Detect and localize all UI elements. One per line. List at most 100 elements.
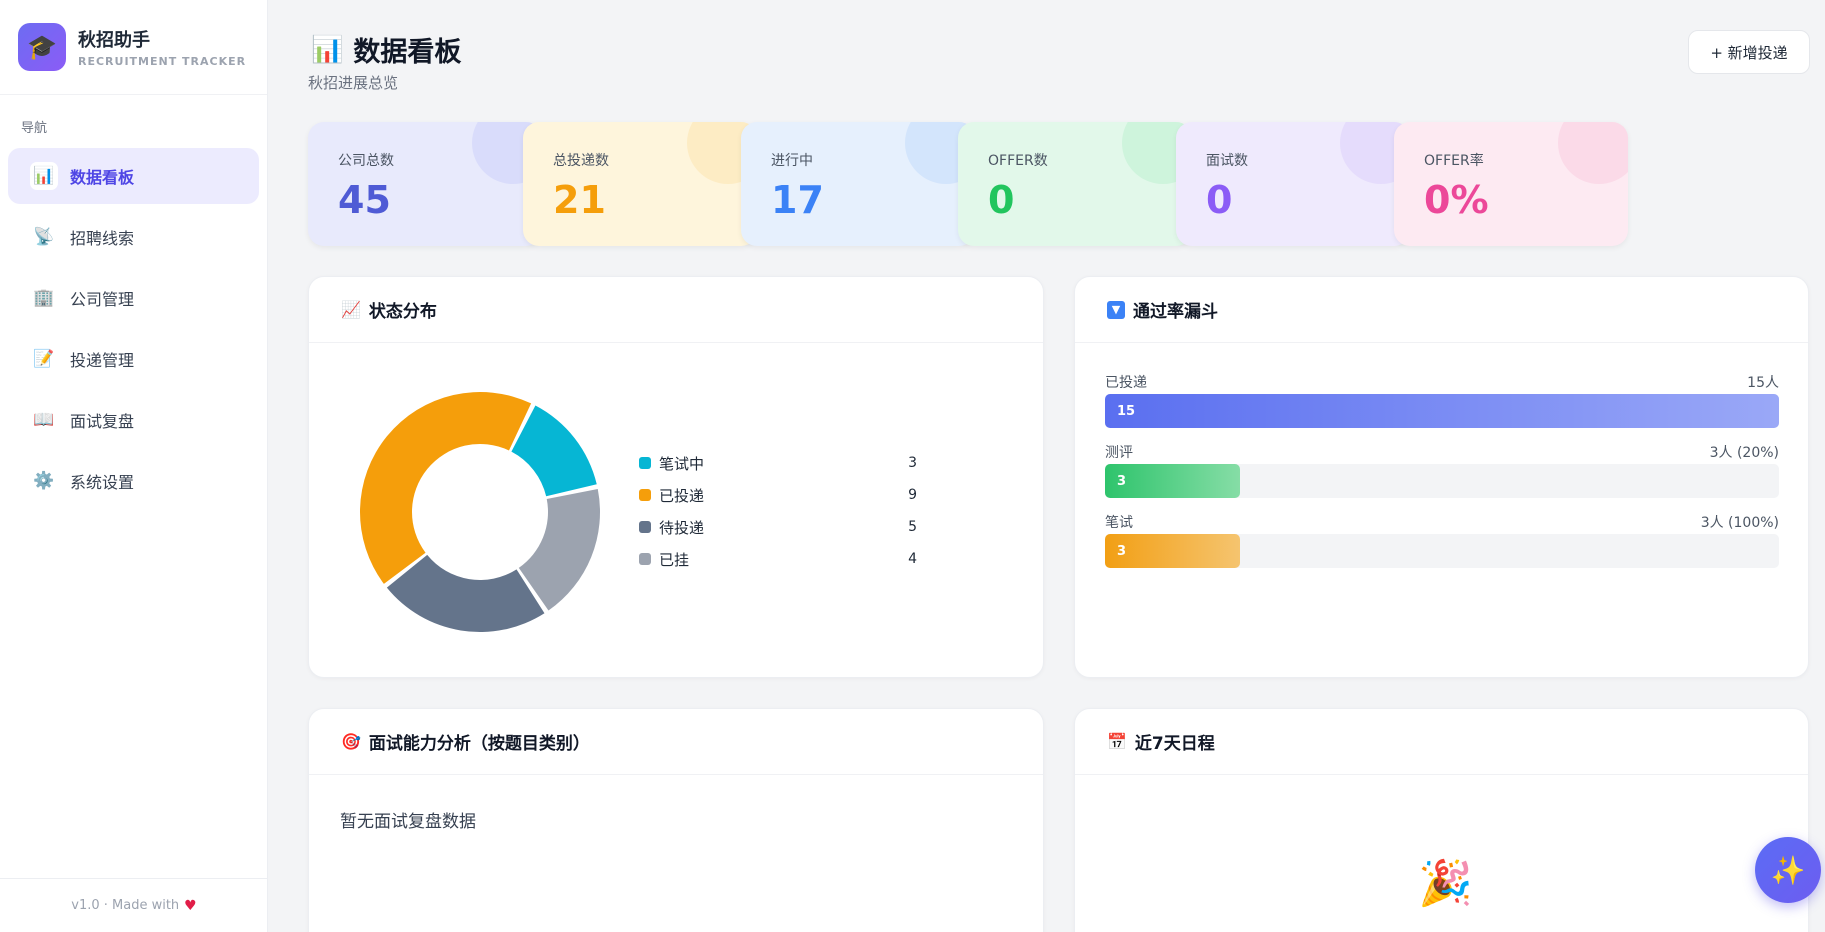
legend-value: 4 <box>908 551 917 567</box>
legend-value: 3 <box>908 455 917 471</box>
sidebar-item-2[interactable]: 🏢 公司管理 <box>8 270 259 326</box>
page-title-text: 数据看板 <box>353 37 462 68</box>
stat-card: 总投递数 21 <box>523 122 757 246</box>
sidebar-item-label: 招聘线索 <box>70 229 135 248</box>
stat-label: 进行中 <box>771 153 813 169</box>
version-text: v1.0 · Made with <box>71 898 180 913</box>
funnel-bar: 3 <box>1105 464 1240 498</box>
bar-chart-icon: 📊 <box>30 162 58 190</box>
bar-chart-icon: 📊 <box>311 34 344 65</box>
memo-icon: 📝 <box>33 349 55 369</box>
satellite-dish-icon: 📡 <box>33 227 55 247</box>
sidebar-nav: 📊 数据看板 📡 招聘线索 🏢 公司管理 📝 投递管理 📖 面试复盘 ⚙️ 系统设置 <box>0 148 267 509</box>
card-header: 📅 近7天日程 <box>1075 709 1808 775</box>
stat-card: 进行中 17 <box>741 122 975 246</box>
card-title: 状态分布 <box>368 302 437 322</box>
interview-analysis-card: 🎯 面试能力分析（按题目类别） 暂无面试复盘数据 <box>308 708 1044 932</box>
stat-label: OFFER率 <box>1424 153 1484 169</box>
legend-label: 待投递 <box>659 518 705 537</box>
add-application-button[interactable]: + 新增投递 <box>1688 30 1810 74</box>
stat-card: 面试数 0 <box>1176 122 1410 246</box>
funnel-stage-label: 笔试 <box>1105 515 1133 531</box>
empty-state-text: 暂无面试复盘数据 <box>340 812 476 832</box>
sidebar-item-label: 面试复盘 <box>70 412 135 431</box>
funnel-stage-count: 3人 (100%) <box>1700 515 1779 531</box>
brand[interactable]: 🎓 秋招助手 RECRUITMENT TRACKER <box>0 0 267 95</box>
card-header: ▼ 通过率漏斗 <box>1075 277 1808 343</box>
legend-swatch <box>639 489 651 501</box>
funnel-stage-label: 测评 <box>1105 445 1133 461</box>
funnel-row: 笔试 3人 (100%) 3 <box>1105 512 1779 582</box>
graduation-cap-icon: 🎓 <box>18 23 66 71</box>
sidebar-item-3[interactable]: 📝 投递管理 <box>8 331 259 387</box>
sidebar-item-0[interactable]: 📊 数据看板 <box>8 148 259 204</box>
card-title: 通过率漏斗 <box>1133 302 1218 322</box>
stat-value: 0 <box>988 178 1015 222</box>
brand-name: 秋招助手 <box>78 30 150 51</box>
decorative-circle <box>1558 122 1628 184</box>
sidebar-item-5[interactable]: ⚙️ 系统设置 <box>8 453 259 509</box>
funnel-track: 3 <box>1105 534 1779 568</box>
sidebar-item-label: 公司管理 <box>70 290 135 309</box>
page-subtitle: 秋招进展总览 <box>308 74 399 92</box>
funnel-bar: 3 <box>1105 534 1240 568</box>
status-distribution-card: 📈 状态分布 笔试中 3 已投递 9 待投递 5 已挂 4 <box>308 276 1044 678</box>
legend-item[interactable]: 已挂 4 <box>639 543 917 575</box>
sidebar-footer: v1.0 · Made with ♥ <box>0 878 268 932</box>
legend-label: 已投递 <box>659 486 705 505</box>
sidebar: 🎓 秋招助手 RECRUITMENT TRACKER 导航 📊 数据看板 📡 招聘线索… <box>0 0 268 932</box>
funnel-track: 3 <box>1105 464 1779 498</box>
down-triangle-icon: ▼ <box>1107 300 1125 319</box>
legend-label: 已挂 <box>659 550 690 569</box>
funnel-stage-label: 已投递 <box>1105 375 1147 391</box>
card-header: 📈 状态分布 <box>309 277 1043 343</box>
card-title: 近7天日程 <box>1134 734 1215 754</box>
legend-item[interactable]: 笔试中 3 <box>639 447 917 479</box>
funnel-stage-count: 3人 (20%) <box>1709 445 1779 461</box>
legend-swatch <box>639 553 651 565</box>
nav-section-title: 导航 <box>21 121 48 136</box>
stat-label: 总投递数 <box>553 153 609 169</box>
legend-swatch <box>639 457 651 469</box>
schedule-card: 📅 近7天日程 🎉 <box>1074 708 1809 932</box>
legend-swatch <box>639 521 651 533</box>
sidebar-item-4[interactable]: 📖 面试复盘 <box>8 392 259 448</box>
funnel-stage-count: 15人 <box>1747 375 1779 391</box>
chart-increasing-icon: 📈 <box>341 300 361 319</box>
stat-card: OFFER率 0% <box>1394 122 1628 246</box>
stat-value: 21 <box>553 178 606 222</box>
card-header: 🎯 面试能力分析（按题目类别） <box>309 709 1043 775</box>
funnel-row: 测评 3人 (20%) 3 <box>1105 442 1779 512</box>
sidebar-item-label: 系统设置 <box>70 473 135 492</box>
legend-label: 笔试中 <box>659 454 705 473</box>
stat-card: OFFER数 0 <box>958 122 1192 246</box>
calendar-icon: 📅 <box>1107 732 1127 751</box>
legend-value: 5 <box>908 519 917 535</box>
page-title: 📊 数据看板 <box>311 30 461 69</box>
stat-label: OFFER数 <box>988 153 1048 169</box>
card-title: 面试能力分析（按题目类别） <box>368 734 590 754</box>
funnel: 已投递 15人 15 测评 3人 (20%) 3 笔试 3人 (100%) 3 <box>1105 372 1779 582</box>
sidebar-item-label: 数据看板 <box>70 168 135 187</box>
funnel-bar: 15 <box>1105 394 1779 428</box>
status-donut-chart <box>359 391 600 632</box>
party-popper-icon: 🎉 <box>1418 858 1473 909</box>
stat-value: 17 <box>771 178 824 222</box>
sparkles-icon: ✨ <box>1770 853 1806 887</box>
stat-value: 45 <box>338 178 391 222</box>
brand-subtitle: RECRUITMENT TRACKER <box>78 55 247 68</box>
open-book-icon: 📖 <box>33 410 55 430</box>
legend-value: 9 <box>908 487 917 503</box>
chart-legend: 笔试中 3 已投递 9 待投递 5 已挂 4 <box>639 447 917 575</box>
funnel-row: 已投递 15人 15 <box>1105 372 1779 442</box>
sparkles-fab-button[interactable]: ✨ <box>1755 837 1821 903</box>
stat-label: 公司总数 <box>338 153 394 169</box>
stat-label: 面试数 <box>1206 153 1248 169</box>
legend-item[interactable]: 待投递 5 <box>639 511 917 543</box>
legend-item[interactable]: 已投递 9 <box>639 479 917 511</box>
donut-slice-笔试中[interactable] <box>511 405 597 497</box>
sidebar-item-label: 投递管理 <box>70 351 135 370</box>
main-content: 📊 数据看板 秋招进展总览 + 新增投递 公司总数 45 总投递数 21 进行中 17 OF… <box>268 0 1825 932</box>
donut-slice-已投递[interactable] <box>359 391 532 584</box>
sidebar-item-1[interactable]: 📡 招聘线索 <box>8 209 259 265</box>
